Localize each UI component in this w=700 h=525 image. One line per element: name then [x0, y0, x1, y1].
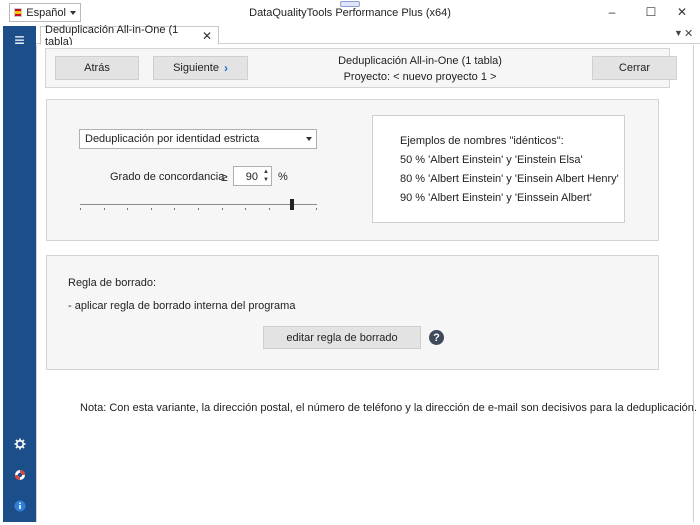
slider-tick: [245, 208, 246, 210]
slider-tick: [80, 208, 81, 210]
project-label: Proyecto: < nuevo proyecto 1 >: [343, 71, 497, 83]
close-label: Cerrar: [618, 62, 651, 74]
tab-close-icon[interactable]: ✕: [202, 29, 212, 43]
back-button[interactable]: Atrás: [55, 56, 139, 80]
deletion-rule-description: - aplicar regla de borrado interna del p…: [68, 300, 296, 312]
hamburger-menu-icon[interactable]: ≡: [3, 29, 36, 51]
match-operator: ≥: [221, 170, 228, 184]
edit-rule-label: editar regla de borrado: [286, 331, 398, 344]
match-degree-slider[interactable]: [80, 197, 317, 213]
info-icon[interactable]: [3, 495, 36, 517]
method-value: Deduplicación por identidad estricta: [85, 133, 260, 145]
chevron-down-icon: [306, 137, 312, 141]
example-line: 80 % 'Albert Einstein' y 'Einsein Albert…: [400, 173, 619, 185]
slider-tick: [174, 208, 175, 210]
tab-list-dropdown-icon[interactable]: ▼: [674, 28, 683, 38]
close-window-button[interactable]: ✕: [664, 0, 700, 24]
slider-tick: [316, 208, 317, 210]
note-text: Nota: Con esta variante, la dirección po…: [80, 402, 697, 414]
example-line: 90 % 'Albert Einstein' y 'Einssein Alber…: [400, 192, 592, 204]
example-line: 50 % 'Albert Einstein' y 'Einstein Elsa': [400, 154, 583, 166]
tab-deduplication[interactable]: Deduplicación All-in-One (1 tabla) ✕: [40, 23, 219, 48]
examples-heading: Ejemplos de nombres "idénticos":: [400, 135, 564, 147]
slider-thumb[interactable]: [290, 199, 294, 210]
slider-tick: [127, 208, 128, 210]
slider-track: [80, 204, 317, 205]
chevron-right-icon: ›: [223, 61, 228, 75]
close-button[interactable]: Cerrar: [592, 56, 677, 80]
minimize-button[interactable]: –: [594, 0, 630, 24]
close-tabs-icon[interactable]: ✕: [684, 27, 693, 40]
deletion-rule-panel: [46, 255, 659, 370]
match-degree-label: Grado de concordancia: [110, 171, 225, 183]
slider-tick: [198, 208, 199, 210]
wizard-title: Deduplicación All-in-One (1 tabla): [338, 55, 502, 67]
slider-tick: [269, 208, 270, 210]
tab-label: Deduplicación All-in-One (1 tabla): [45, 23, 179, 48]
slider-tick: [151, 208, 152, 210]
match-degree-value: 90: [245, 171, 258, 183]
slider-tick: [222, 208, 223, 210]
back-label: Atrás: [84, 62, 110, 74]
next-label: Siguiente: [173, 62, 219, 74]
match-degree-stepper[interactable]: 90 ▲ ▼: [233, 166, 272, 186]
stepper-arrows-icon[interactable]: ▲ ▼: [263, 168, 269, 184]
deletion-rule-heading: Regla de borrado:: [68, 277, 157, 289]
edit-deletion-rule-button[interactable]: editar regla de borrado: [263, 326, 421, 349]
match-unit: %: [278, 171, 288, 183]
examples-box: [372, 115, 625, 223]
slider-tick: [104, 208, 105, 210]
gear-icon[interactable]: [3, 433, 36, 455]
next-button[interactable]: Siguiente ›: [153, 56, 248, 80]
deduplication-method-select[interactable]: Deduplicación por identidad estricta: [79, 129, 317, 149]
lifebuoy-icon[interactable]: [3, 464, 36, 486]
help-icon[interactable]: ?: [429, 330, 444, 345]
drag-handle[interactable]: [340, 1, 360, 7]
